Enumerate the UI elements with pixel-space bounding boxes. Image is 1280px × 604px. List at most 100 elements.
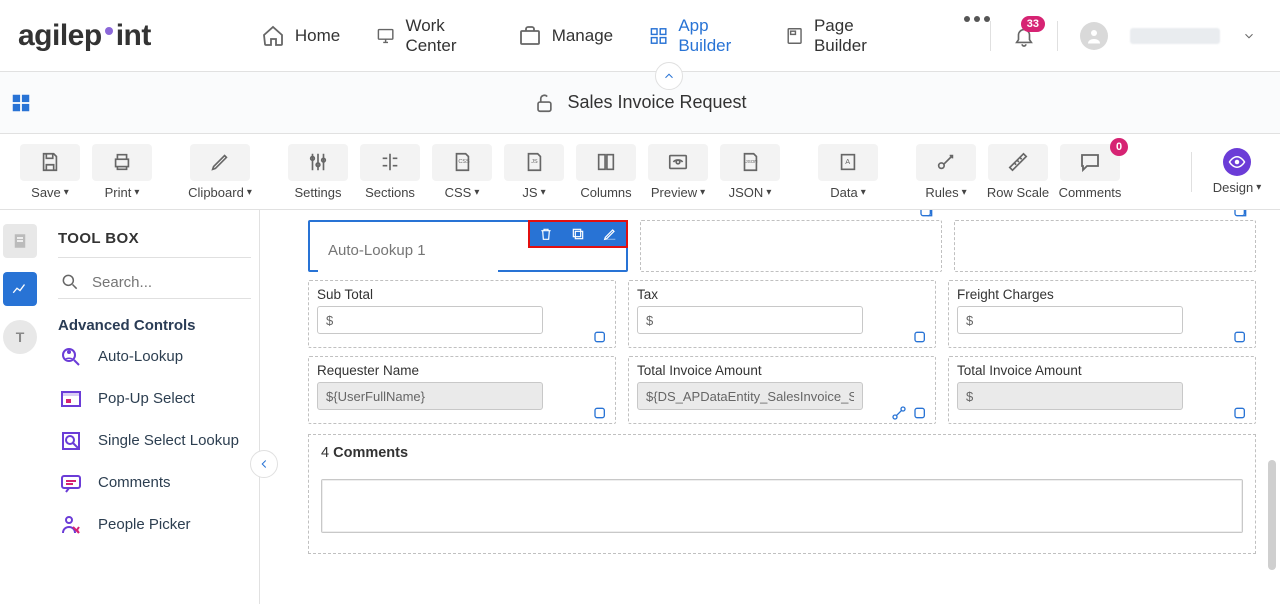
nav-more[interactable] [964, 16, 990, 56]
nav-items: Home Work Center Manage App Builder Page… [261, 16, 990, 56]
preview-button[interactable]: Preview▾ [646, 144, 710, 200]
lookup-badge-icon [593, 329, 609, 345]
document-icon [11, 232, 29, 250]
field-total-invoice-2[interactable]: Total Invoice Amount [948, 356, 1256, 424]
rules-button[interactable]: Rules▾ [914, 144, 978, 200]
document-title-wrap: Sales Invoice Request [533, 92, 746, 114]
sidebar-collapse[interactable] [250, 450, 278, 478]
css-button[interactable]: CSS CSS▾ [430, 144, 494, 200]
rail-doc[interactable] [3, 224, 37, 258]
field-freight[interactable]: Freight Charges [948, 280, 1256, 348]
rail-chart[interactable] [3, 272, 37, 306]
topnav-collapse[interactable] [655, 62, 683, 90]
field-input[interactable] [317, 382, 543, 410]
js-label: JS [522, 185, 537, 200]
unlock-icon [533, 92, 555, 114]
single-select-icon [59, 429, 83, 453]
nav-manage[interactable]: Manage [518, 16, 613, 56]
svg-text:JS: JS [531, 159, 538, 165]
user-menu-chevron[interactable] [1242, 29, 1256, 43]
clipboard-button[interactable]: Clipboard▾ [188, 144, 252, 200]
data-button[interactable]: A Data▾ [816, 144, 880, 200]
empty-cell[interactable] [954, 220, 1256, 272]
tool-label: Auto-Lookup [98, 348, 183, 365]
nav-app-builder[interactable]: App Builder [649, 16, 749, 56]
field-input[interactable] [957, 306, 1183, 334]
save-button[interactable]: Save▾ [18, 144, 82, 200]
sections-button[interactable]: Sections [358, 144, 422, 200]
field-label: Freight Charges [957, 287, 1247, 302]
field-requester-name[interactable]: Requester Name [308, 356, 616, 424]
apps-icon [10, 92, 32, 114]
edit-icon [602, 226, 618, 242]
copy-field-button[interactable] [562, 222, 594, 246]
nav-page-builder[interactable]: Page Builder [785, 16, 892, 56]
apps-menu[interactable] [10, 92, 32, 114]
design-button[interactable]: Design▾ [1212, 144, 1262, 200]
section-title: Advanced Controls [58, 317, 251, 334]
popup-icon [59, 387, 83, 411]
field-input[interactable] [957, 382, 1183, 410]
divider [1191, 152, 1192, 192]
preview-label: Preview [651, 185, 697, 200]
save-label: Save [31, 185, 61, 200]
lookup-badge-icon [1233, 405, 1249, 421]
divider [58, 257, 251, 258]
settings-button[interactable]: Settings [286, 144, 350, 200]
field-input[interactable] [637, 306, 863, 334]
tool-popup-select[interactable]: Pop-Up Select [58, 386, 251, 412]
tool-comments[interactable]: Comments [58, 470, 251, 496]
selected-field-auto-lookup[interactable] [308, 220, 628, 272]
field-input[interactable] [637, 382, 863, 410]
lookup-badge-icon [593, 405, 609, 421]
user-name-blurred [1130, 28, 1220, 44]
auto-lookup-input[interactable] [318, 228, 498, 273]
tool-auto-lookup[interactable]: Auto-Lookup [58, 344, 251, 370]
nav-home-label: Home [295, 26, 340, 46]
form-canvas: Sub Total Tax Freight Charges Requester … [260, 210, 1280, 604]
delete-field-button[interactable] [530, 222, 562, 246]
scrollbar[interactable] [1268, 460, 1276, 570]
notifications[interactable]: 33 [1013, 24, 1035, 48]
empty-cell[interactable] [640, 220, 942, 272]
nav-appbuilder-label: App Builder [678, 16, 748, 56]
field-total-invoice-1[interactable]: Total Invoice Amount [628, 356, 936, 424]
field-tax[interactable]: Tax [628, 280, 936, 348]
nav-work-center[interactable]: Work Center [376, 16, 481, 56]
lookup-badge-icon [913, 405, 929, 421]
columns-button[interactable]: Columns [574, 144, 638, 200]
avatar[interactable] [1080, 22, 1108, 50]
settings-label: Settings [295, 185, 342, 200]
columns-label: Columns [580, 185, 631, 200]
field-sub-total[interactable]: Sub Total [308, 280, 616, 348]
field-label: Sub Total [317, 287, 607, 302]
field-input[interactable] [317, 306, 543, 334]
pencil-icon [209, 151, 231, 173]
print-button[interactable]: Print▾ [90, 144, 154, 200]
css-icon: CSS [451, 151, 473, 173]
edit-field-button[interactable] [594, 222, 626, 246]
tool-label: Single Select Lookup [98, 432, 239, 449]
body-area: T TOOL BOX Advanced Controls Auto-Lookup… [0, 210, 1280, 604]
lookup-badge-icon [1233, 329, 1249, 345]
rules-icon [935, 151, 957, 173]
comments-button[interactable]: 0 Comments [1058, 144, 1122, 200]
rail-t[interactable]: T [3, 320, 37, 354]
nav-right: 33 [990, 21, 1256, 51]
nav-home[interactable]: Home [261, 16, 340, 56]
lookup-badge-icon [919, 210, 935, 219]
comment-textarea[interactable] [321, 479, 1243, 533]
rowscale-label: Row Scale [987, 185, 1049, 200]
data-icon: A [837, 151, 859, 173]
rowscale-button[interactable]: Row Scale [986, 144, 1050, 200]
comments-title: 4 Comments [321, 445, 1243, 461]
js-button[interactable]: JS JS▾ [502, 144, 566, 200]
tool-people-picker[interactable]: People Picker [58, 512, 251, 538]
chevron-up-icon [662, 69, 676, 83]
field-action-bar [528, 220, 628, 248]
tool-single-select[interactable]: Single Select Lookup [58, 428, 251, 454]
comments-block[interactable]: 4 Comments [308, 434, 1256, 554]
json-button[interactable]: JSON JSON▾ [718, 144, 782, 200]
document-title: Sales Invoice Request [567, 92, 746, 113]
search-input[interactable] [90, 273, 230, 292]
